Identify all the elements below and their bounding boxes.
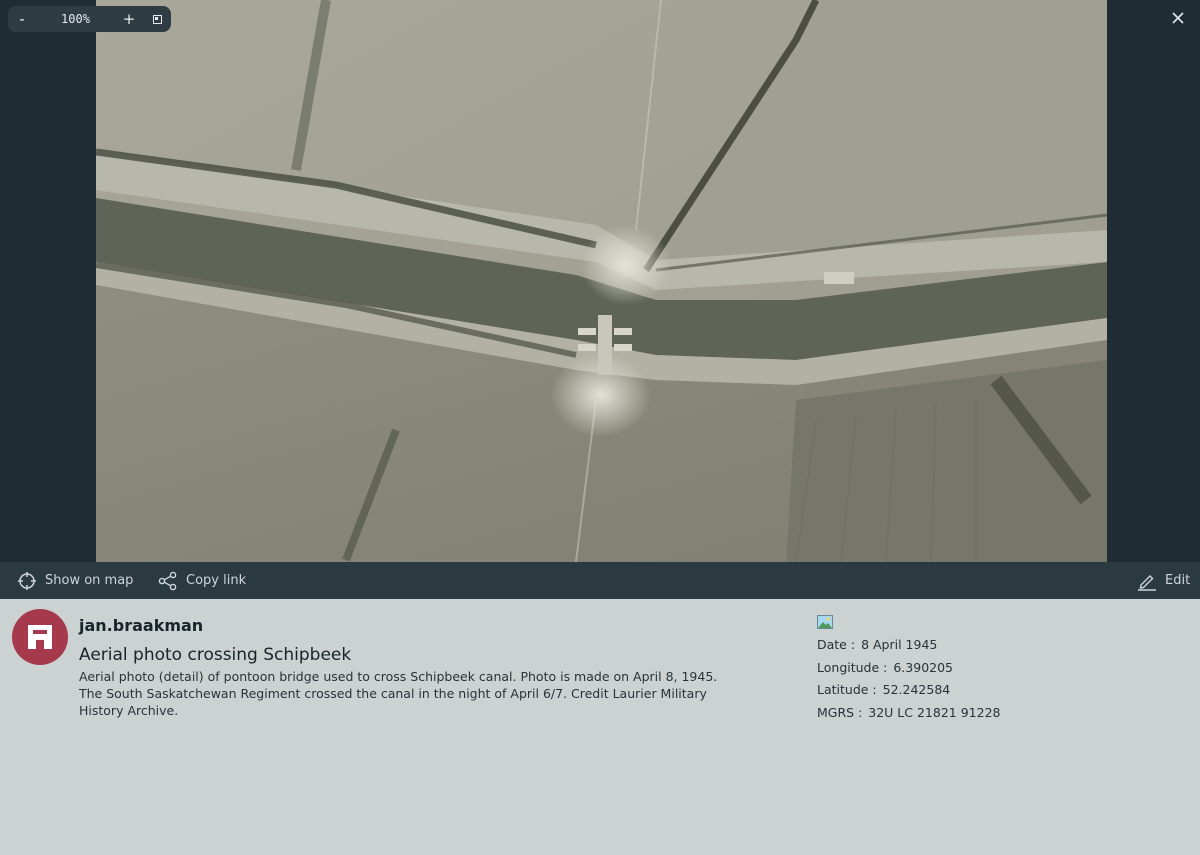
date-label: Date : [817,637,856,652]
show-on-map-button[interactable]: Show on map [17,562,133,599]
pencil-icon [1138,574,1156,591]
date-value: 8 April 1945 [861,637,938,652]
photo-toolbar: Show on map Copy link Edit [0,562,1200,599]
show-on-map-label: Show on map [45,573,134,588]
edit-label: Edit [1165,573,1191,588]
aerial-photo[interactable] [96,0,1107,562]
user-identicon-icon [28,625,52,649]
fit-screen-icon [152,14,162,24]
date-row: Date : 8 April 1945 [817,634,1000,657]
share-icon [158,571,177,590]
copy-link-label: Copy link [186,573,247,588]
close-icon [1172,12,1184,24]
edit-button[interactable]: Edit [1137,562,1190,599]
zoom-controls: - 100% + [8,6,171,32]
image-icon [817,615,833,629]
photo-metadata: Date : 8 April 1945 Longitude : 6.390205 L… [817,615,1000,724]
longitude-label: Longitude : [817,659,888,675]
crosshair-icon [18,571,36,590]
photo-info-panel: jan.braakman Aerial photo crossing Schip… [0,599,1200,855]
latitude-label: Latitude : [817,682,877,697]
mgrs-label: MGRS : [817,704,863,720]
mgrs-value: 32U LC 21821 91228 [868,704,1001,720]
username[interactable]: jan.braakman [79,616,203,635]
photo-viewer: - 100% + [0,0,1200,562]
avatar[interactable] [12,609,68,665]
photo-description: Aerial photo (detail) of pontoon bridge … [79,669,718,718]
latitude-value: 52.242584 [882,682,951,697]
longitude-row: Longitude : 6.390205 [817,657,1000,680]
latitude-row: Latitude : 52.242584 [817,679,1000,702]
zoom-level: 100% [61,12,90,26]
zoom-out-button[interactable]: - [8,6,36,32]
longitude-value: 6.390205 [893,659,954,675]
close-button[interactable] [1168,8,1188,28]
mgrs-row: MGRS : 32U LC 21821 91228 [817,702,1000,725]
copy-link-button[interactable]: Copy link [158,562,246,599]
photo-title: Aerial photo crossing Schipbeek [79,645,352,665]
fit-screen-button[interactable] [143,6,171,32]
zoom-in-button[interactable]: + [115,6,143,32]
